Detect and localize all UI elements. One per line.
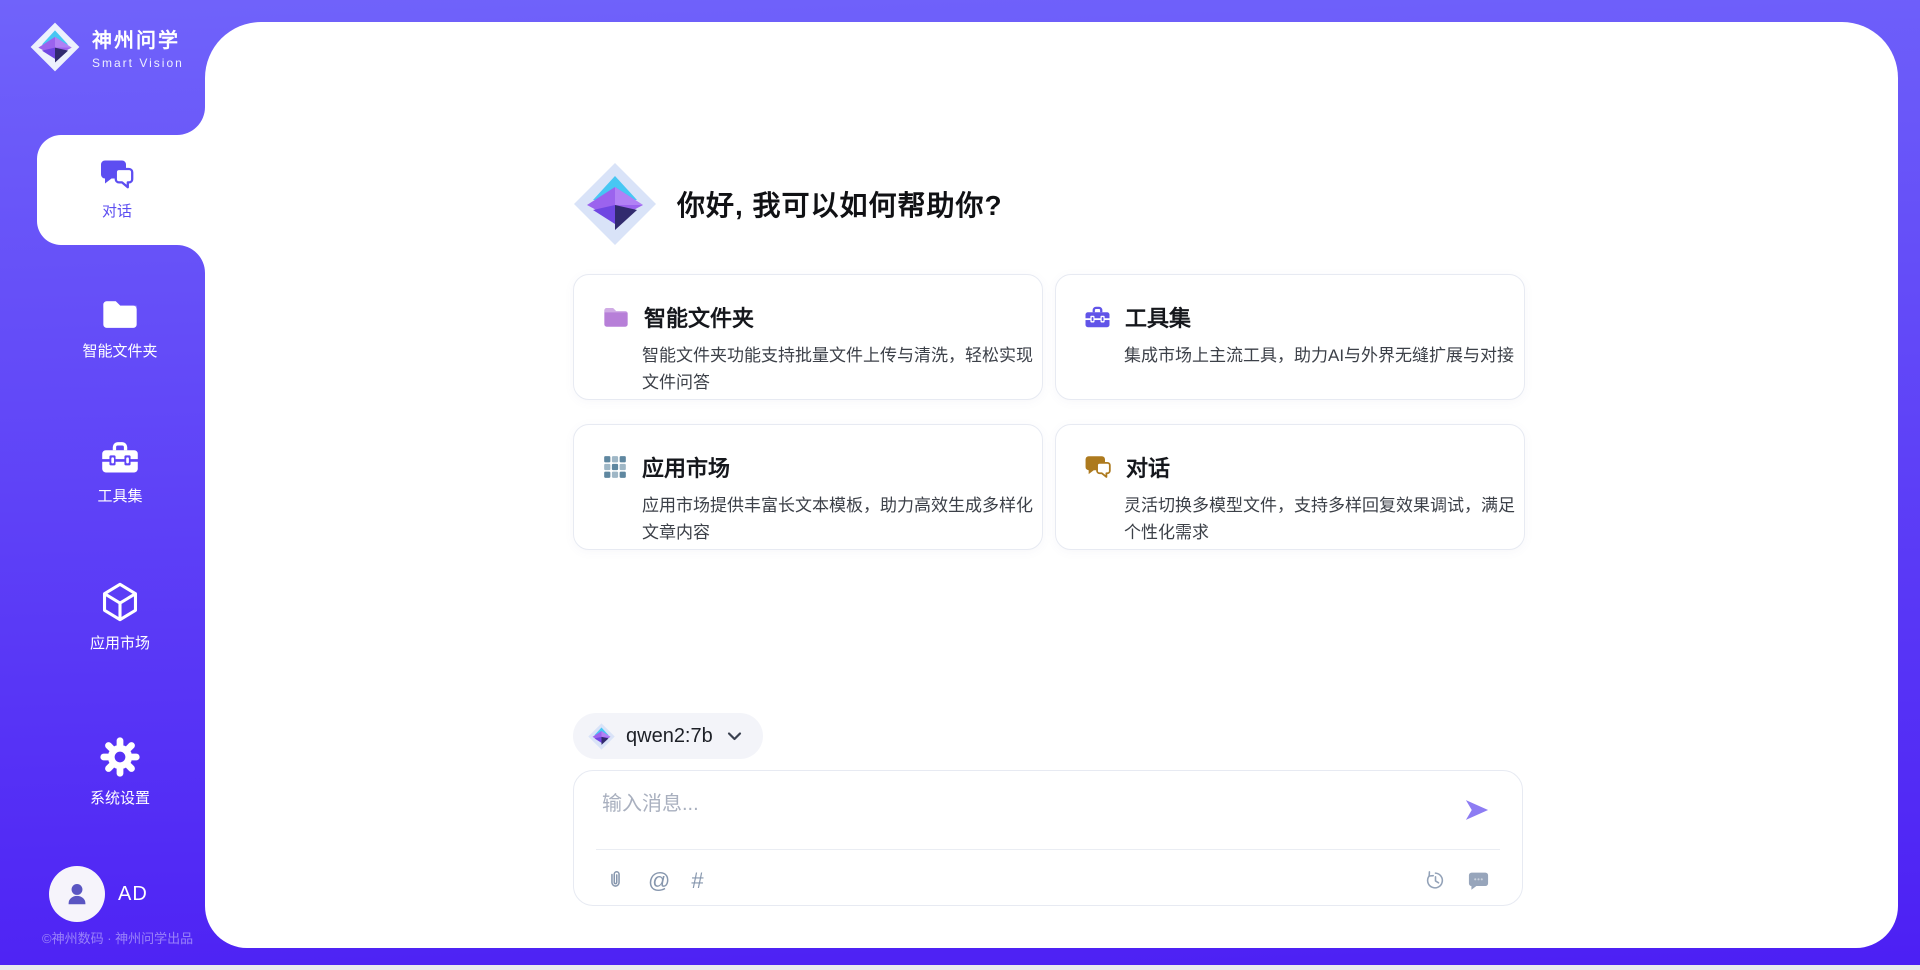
history-icon	[1424, 869, 1447, 892]
sidebar-item-toolset[interactable]: 工具集	[30, 440, 210, 506]
hash-icon: #	[691, 868, 703, 893]
sidebar-item-smart-folder[interactable]: 智能文件夹	[30, 297, 210, 361]
sidebar: 神州问学 Smart Vision 对话 智能文件夹 工具集 应用市场 系统设置…	[0, 0, 205, 965]
greeting-title: 你好, 我可以如何帮助你?	[677, 184, 1003, 224]
folder-icon	[100, 297, 140, 331]
at-icon: @	[648, 868, 670, 893]
card-smart-folder[interactable]: 智能文件夹 智能文件夹功能支持批量文件上传与清洗，轻松实现文件问答	[573, 274, 1043, 400]
folder-icon	[602, 305, 630, 329]
user-profile[interactable]: AD	[49, 866, 148, 922]
grid-icon	[602, 454, 628, 480]
card-title: 智能文件夹	[644, 301, 754, 333]
history-button[interactable]	[1424, 869, 1447, 892]
message-input[interactable]	[602, 787, 1442, 843]
gear-icon	[99, 736, 141, 778]
mention-button[interactable]: @	[648, 870, 670, 892]
chat-icon	[99, 159, 135, 191]
diamond-logo-icon	[30, 22, 80, 72]
send-icon	[1463, 796, 1491, 824]
toolbox-icon	[100, 440, 140, 476]
card-title: 工具集	[1125, 301, 1191, 333]
card-description: 智能文件夹功能支持批量文件上传与清洗，轻松实现文件问答	[642, 342, 1044, 396]
greeting-block: 你好, 我可以如何帮助你?	[573, 162, 1003, 246]
cube-icon	[100, 581, 140, 623]
sidebar-item-label: 智能文件夹	[82, 340, 157, 361]
card-title: 应用市场	[642, 451, 730, 483]
card-chat[interactable]: 对话 灵活切换多模型文件，支持多样回复效果调试，满足个性化需求	[1055, 424, 1525, 550]
copyright-text: ©神州数码 · 神州问学出品	[42, 928, 193, 947]
card-app-market[interactable]: 应用市场 应用市场提供丰富长文本模板，助力高效生成多样化文章内容	[573, 424, 1043, 550]
model-selector-value: qwen2:7b	[626, 725, 713, 748]
chevron-down-icon	[724, 726, 745, 747]
card-description: 灵活切换多模型文件，支持多样回复效果调试，满足个性化需求	[1124, 492, 1526, 546]
diamond-logo-icon	[573, 162, 657, 246]
diamond-logo-icon	[588, 723, 615, 750]
person-icon	[60, 877, 94, 911]
feature-cards: 智能文件夹 智能文件夹功能支持批量文件上传与清洗，轻松实现文件问答 工具集 集成…	[573, 274, 1525, 550]
topic-button[interactable]: #	[691, 870, 703, 892]
main-panel: 你好, 我可以如何帮助你? 智能文件夹 智能文件夹功能支持批量文件上传与清洗，轻…	[205, 22, 1898, 948]
card-description: 应用市场提供丰富长文本模板，助力高效生成多样化文章内容	[642, 492, 1044, 546]
sidebar-item-app-market[interactable]: 应用市场	[30, 581, 210, 653]
card-title: 对话	[1126, 451, 1170, 483]
conversation-button[interactable]	[1467, 869, 1490, 892]
toolbox-icon	[1084, 305, 1111, 330]
send-button[interactable]	[1463, 796, 1491, 824]
brand-logo: 神州问学 Smart Vision	[30, 22, 184, 72]
attach-button[interactable]	[604, 869, 627, 892]
message-icon	[1467, 869, 1490, 892]
sidebar-item-label: 工具集	[97, 485, 142, 506]
message-composer: @ #	[573, 770, 1523, 906]
sidebar-item-settings[interactable]: 系统设置	[30, 736, 210, 808]
sidebar-item-chat-active[interactable]: 对话	[37, 107, 205, 273]
sidebar-item-label: 系统设置	[90, 787, 150, 808]
sidebar-item-label: 应用市场	[90, 632, 150, 653]
chat-icon	[1084, 455, 1112, 480]
composer-divider	[596, 849, 1500, 850]
bottom-edge-strip	[0, 965, 1920, 970]
brand-subtitle: Smart Vision	[92, 56, 184, 70]
user-initials: AD	[118, 883, 148, 906]
card-toolset[interactable]: 工具集 集成市场上主流工具，助力AI与外界无缝扩展与对接	[1055, 274, 1525, 400]
brand-name: 神州问学	[92, 24, 184, 53]
card-description: 集成市场上主流工具，助力AI与外界无缝扩展与对接	[1124, 342, 1526, 369]
sidebar-item-label: 对话	[102, 200, 132, 221]
avatar	[49, 866, 105, 922]
model-selector[interactable]: qwen2:7b	[573, 713, 763, 759]
paperclip-icon	[604, 869, 627, 892]
